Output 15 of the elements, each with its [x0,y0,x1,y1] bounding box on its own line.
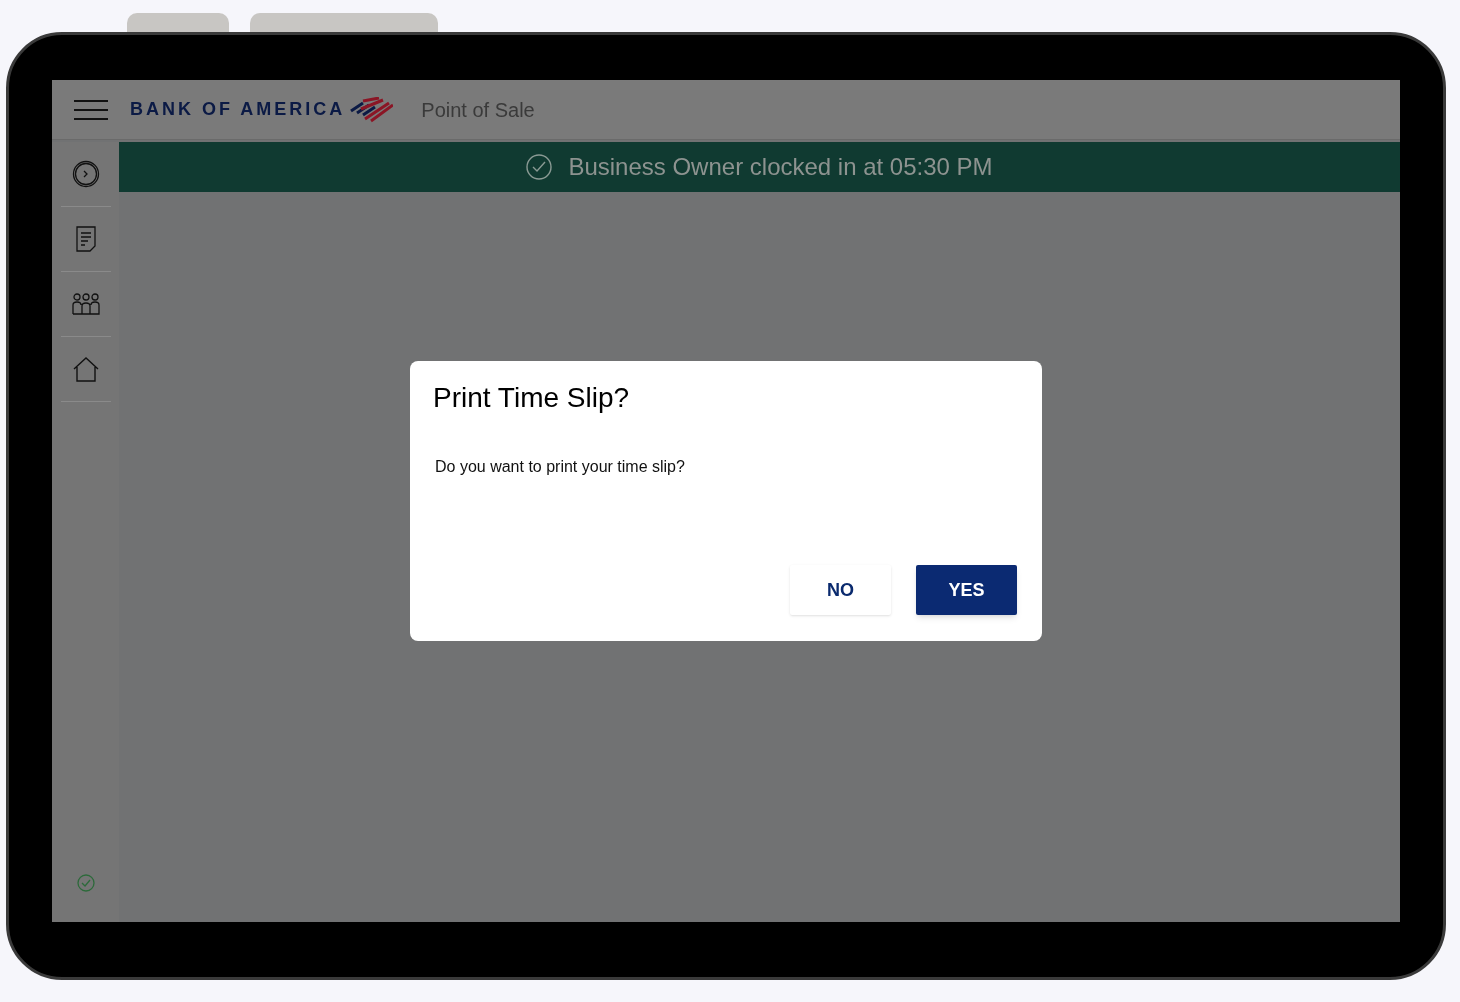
check-circle-icon [76,874,95,892]
check-circle-icon [526,154,553,180]
brand-name: BANK OF AMERICA [130,98,346,121]
document-icon[interactable] [75,226,96,252]
dialog-message: Do you want to print your time slip? [435,457,686,477]
flag-logo-icon [349,96,394,123]
banner-text: Business Owner clocked in at 05:30 PM [568,152,993,182]
menu-icon[interactable] [74,99,108,120]
app-title: Point of Sale [421,97,535,123]
clock-in-icon[interactable] [71,160,100,188]
people-icon[interactable] [71,293,100,315]
dialog-title: Print Time Slip? [433,381,631,415]
cancel-button[interactable]: NO [790,565,891,615]
home-icon[interactable] [72,356,99,382]
confirm-button[interactable]: YES [916,565,1017,615]
